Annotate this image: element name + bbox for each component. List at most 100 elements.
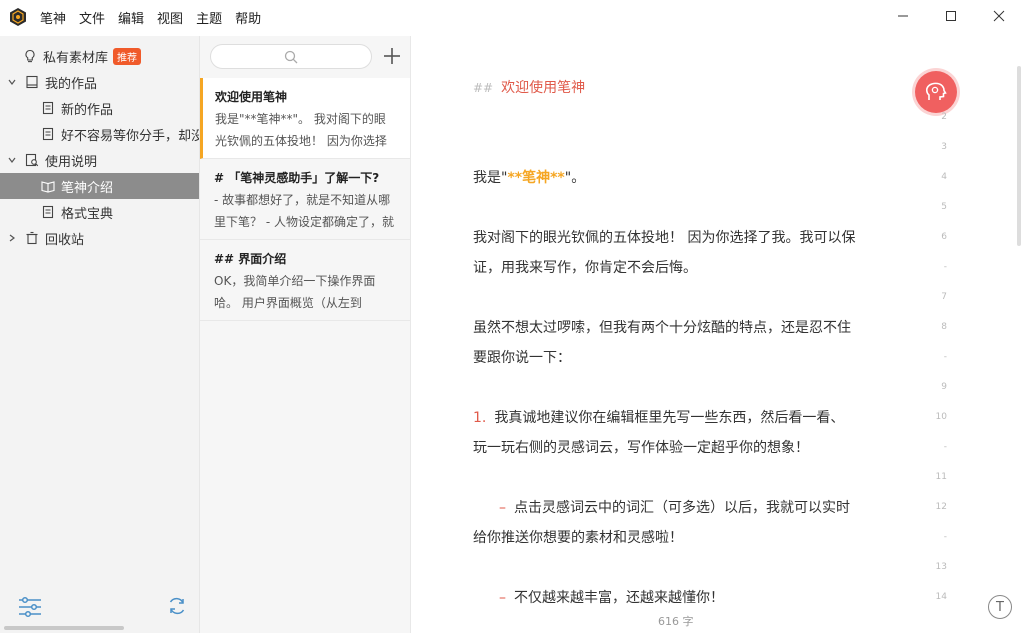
- line-number: 2: [941, 112, 947, 122]
- menu-view[interactable]: 视图: [157, 8, 183, 27]
- sidebar-item-works[interactable]: 我的作品: [0, 69, 199, 95]
- lightbulb-icon: [22, 48, 38, 64]
- line-number: 10: [935, 412, 947, 422]
- editor-paragraph: 玩一玩右侧的灵感词云，写作体验一定超乎你的想象！: [473, 440, 809, 456]
- text-run: "。: [564, 170, 586, 186]
- line-number: 8: [941, 322, 947, 332]
- chevron-right-icon[interactable]: [6, 232, 18, 244]
- heading-mark: ##: [473, 81, 494, 95]
- close-icon: [993, 10, 1005, 22]
- line-number: 4: [941, 172, 947, 182]
- note-card-title: 欢迎使用笔神: [215, 90, 288, 104]
- editor-paragraph: 我对阁下的眼光钦佩的五体投地！ 因为你选择了我。我可以保: [473, 230, 856, 246]
- sidebar-item-works-label: 我的作品: [45, 76, 98, 92]
- editor-sub-item: – 不仅越来越丰富，还越来越懂你！: [473, 587, 724, 607]
- brain-head-icon: [925, 82, 947, 100]
- chevron-down-icon[interactable]: [6, 76, 18, 88]
- line-number: 9: [941, 382, 947, 392]
- editor-paragraph: 要跟你说一下：: [473, 350, 571, 366]
- text-run: 我真诚地建议你在编辑框里先写一些东西，然后看一看、: [494, 410, 845, 426]
- search-document-icon: [24, 152, 40, 168]
- maximize-icon: [946, 11, 956, 21]
- search-icon: [284, 50, 298, 63]
- inspiration-assistant-button[interactable]: [915, 71, 957, 113]
- sidebar-item-format[interactable]: 格式宝典: [0, 199, 199, 225]
- sidebar-item-library-label: 私有素材库: [43, 50, 109, 66]
- settings-sliders-icon[interactable]: [18, 596, 42, 618]
- note-card-snippet: - 故事都想好了，就是不知道从哪里下笔？ - 人物设定都确定了，就: [214, 193, 394, 229]
- bold-text: **笔神**: [507, 170, 565, 186]
- editor-paragraph: 证，用我来写作，你肯定不会后悔。: [473, 260, 697, 276]
- list-dash: –: [499, 500, 506, 516]
- menu-theme[interactable]: 主题: [196, 8, 222, 27]
- minimize-button[interactable]: [879, 0, 927, 32]
- heading-text: 欢迎使用笔神: [501, 80, 586, 96]
- sidebar-footer: [0, 593, 200, 633]
- editor-paragraph: 我是"**笔神**"。: [473, 167, 585, 187]
- window-controls: [879, 0, 1023, 32]
- word-count: 616 字: [658, 615, 694, 628]
- sidebar-item-label: 格式宝典: [61, 206, 114, 222]
- list-number: 1.: [473, 410, 487, 426]
- search-input[interactable]: [210, 44, 372, 69]
- recommend-badge: 推荐: [113, 47, 142, 65]
- sidebar-item-trash[interactable]: 回收站: [0, 225, 199, 251]
- text-run: 不仅越来越丰富，还越来越懂你！: [514, 590, 724, 606]
- sync-icon[interactable]: [167, 596, 187, 616]
- maximize-button[interactable]: [927, 0, 975, 32]
- sidebar-item-intro[interactable]: 笔神介绍: [0, 173, 199, 199]
- sidebar-item-library[interactable]: 私有素材库 推荐: [0, 43, 199, 69]
- line-number: 11: [935, 472, 947, 482]
- line-number: 6: [941, 232, 947, 242]
- note-card[interactable]: # 「笔神灵感助手」了解一下? - 故事都想好了，就是不知道从哪里下笔？ - 人…: [200, 159, 410, 240]
- note-card-snippet: OK，我简单介绍一下操作界面哈。 用户界面概览（从左到: [214, 274, 376, 310]
- editor-heading: ## 欢迎使用笔神: [473, 77, 585, 97]
- document-icon: [40, 126, 56, 142]
- text-run: 我是": [473, 170, 508, 186]
- menu-help[interactable]: 帮助: [235, 8, 261, 27]
- book-icon: [24, 74, 40, 90]
- editor-paragraph: 给你推送你想要的素材和灵感啦！: [473, 530, 683, 546]
- document-icon: [40, 100, 56, 116]
- line-number: -: [943, 532, 947, 542]
- sidebar-item-guide[interactable]: 使用说明: [0, 147, 199, 173]
- line-number: 5: [941, 202, 947, 212]
- note-card[interactable]: 欢迎使用笔神 我是"**笔神**"。 我对阁下的眼光钦佩的五体投地！ 因为你选择…: [200, 78, 410, 159]
- sidebar-item-label: 好不容易等你分手，却没: [61, 128, 199, 144]
- line-number: -: [943, 442, 947, 452]
- trash-icon: [24, 230, 40, 246]
- open-book-icon: [40, 178, 56, 194]
- menu-file[interactable]: 文件: [79, 8, 105, 27]
- line-number: 14: [935, 592, 947, 602]
- sidebar-item-work-2[interactable]: 好不容易等你分手，却没: [0, 121, 199, 147]
- horizontal-scrollbar[interactable]: [4, 626, 124, 630]
- sidebar-item-label: 新的作品: [61, 102, 114, 118]
- note-card[interactable]: ## 界面介绍 OK，我简单介绍一下操作界面哈。 用户界面概览（从左到: [200, 240, 410, 321]
- note-card-title: # 「笔神灵感助手」了解一下?: [214, 171, 380, 185]
- app-logo-icon: [10, 8, 26, 26]
- note-card-title: ## 界面介绍: [214, 252, 287, 266]
- menu-bishen[interactable]: 笔神: [40, 8, 66, 27]
- line-number: 7: [941, 292, 947, 302]
- menu-bar: 笔神 文件 编辑 视图 主题 帮助: [40, 8, 274, 27]
- add-note-icon[interactable]: [382, 46, 402, 66]
- sidebar: 私有素材库 推荐 我的作品 新的作品 好不容易等你分手，却没 使用说明 笔神介绍…: [0, 36, 200, 633]
- line-number: -: [943, 262, 947, 272]
- line-number: 3: [941, 142, 947, 152]
- line-number: -: [943, 352, 947, 362]
- chevron-down-icon[interactable]: [6, 154, 18, 166]
- list-dash: –: [499, 590, 506, 606]
- menu-edit[interactable]: 编辑: [118, 8, 144, 27]
- document-icon: [40, 204, 56, 220]
- close-button[interactable]: [975, 0, 1023, 32]
- vertical-scrollbar[interactable]: [1017, 66, 1021, 246]
- font-format-button[interactable]: T: [988, 595, 1012, 619]
- editor[interactable]: ## 欢迎使用笔神 我是"**笔神**"。 我对阁下的眼光钦佩的五体投地！ 因为你…: [412, 36, 1023, 633]
- line-number: 12: [935, 502, 947, 512]
- text-run: 点击灵感词云中的词汇（可多选）以后，我就可以实时: [514, 500, 850, 516]
- editor-sub-item: – 点击灵感词云中的词汇（可多选）以后，我就可以实时: [473, 497, 850, 517]
- line-number: 13: [935, 562, 947, 572]
- editor-list-item: 1. 我真诚地建议你在编辑框里先写一些东西，然后看一看、: [473, 407, 844, 427]
- sidebar-item-work-new[interactable]: 新的作品: [0, 95, 199, 121]
- title-bar: 笔神 文件 编辑 视图 主题 帮助: [0, 0, 1023, 34]
